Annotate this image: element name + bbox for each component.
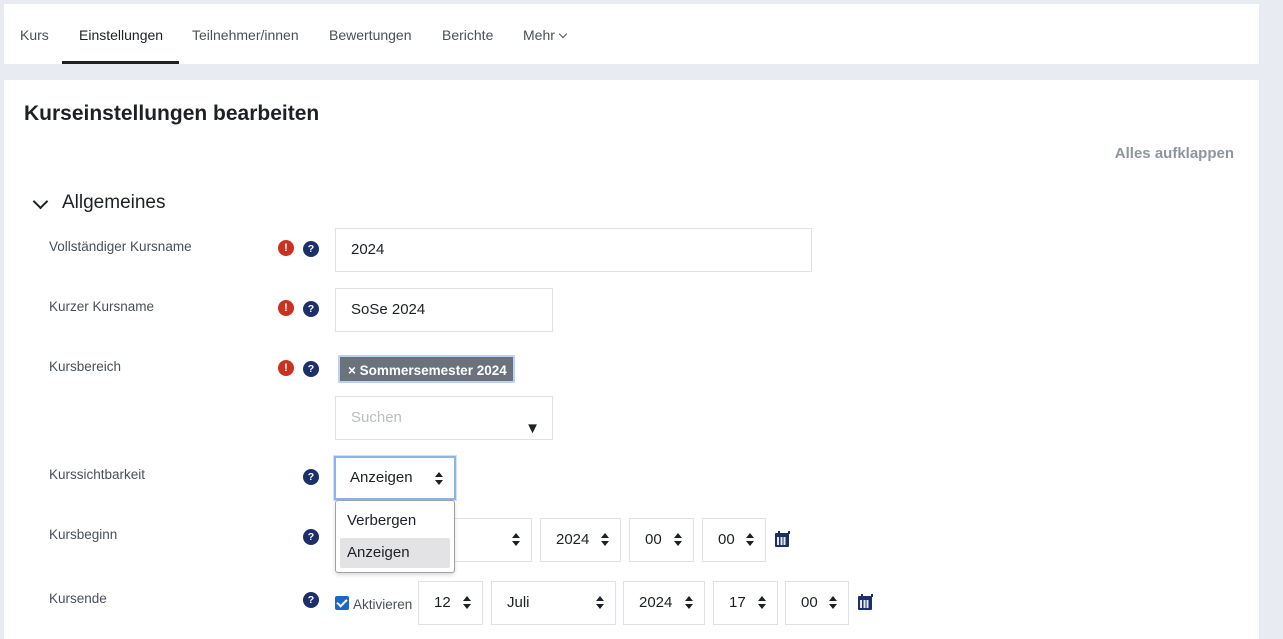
visibility-option-verbergen[interactable]: Verbergen (340, 506, 450, 536)
enddate-year-value: 2024 (639, 594, 673, 611)
section-header-allgemeines[interactable]: Allgemeines (30, 192, 166, 214)
select-arrows-icon (601, 533, 609, 547)
caret-down-icon[interactable]: ▼ (525, 408, 540, 450)
tab-bewertungen[interactable]: Bewertungen (329, 4, 412, 64)
enddate-minute-select[interactable]: 00 (785, 581, 849, 625)
question-circle-icon[interactable]: ? (303, 592, 319, 608)
exclamation-circle-icon: ! (278, 300, 294, 316)
tab-einstellungen[interactable]: Einstellungen (61, 4, 180, 64)
select-arrows-icon (596, 596, 604, 610)
chevron-down-icon (32, 193, 49, 209)
chevron-down-icon (558, 29, 568, 39)
enddate-year-select[interactable]: 2024 (623, 581, 705, 625)
exclamation-circle-icon: ! (278, 240, 294, 256)
visibility-select-value: Anzeigen (350, 469, 413, 486)
select-arrows-icon (758, 596, 766, 610)
select-arrows-icon (685, 596, 693, 610)
question-circle-icon[interactable]: ? (303, 529, 319, 545)
select-arrows-icon (746, 533, 754, 547)
enddate-enable-checkbox[interactable] (335, 596, 349, 610)
enddate-day-select[interactable]: 12 (418, 581, 483, 625)
visibility-option-anzeigen[interactable]: Anzeigen (340, 538, 450, 568)
startdate-year-select[interactable]: 2024 (540, 518, 621, 562)
shortname-label: Kurzer Kursname (49, 299, 155, 314)
secondary-navigation: Kurs Einstellungen Teilnehmer/innen Bewe… (4, 4, 1259, 64)
question-circle-icon[interactable]: ? (303, 241, 319, 257)
visibility-label: Kurssichtbarkeit (49, 467, 146, 482)
category-search-placeholder: Suchen (351, 409, 402, 426)
enddate-month-select[interactable]: Juli (491, 581, 616, 625)
select-arrows-icon (512, 533, 520, 547)
question-circle-icon[interactable]: ? (303, 301, 319, 317)
select-arrows-icon (829, 596, 837, 610)
question-circle-icon[interactable]: ? (303, 361, 319, 377)
calendar-icon[interactable] (775, 531, 790, 547)
enddate-label: Kursende (49, 591, 107, 606)
fullname-input[interactable]: 2024 (335, 228, 812, 272)
visibility-select[interactable]: Anzeigen (334, 456, 456, 500)
shortname-input[interactable]: SoSe 2024 (335, 288, 553, 332)
expand-all-link[interactable]: Alles aufklappen (1115, 145, 1234, 162)
enddate-hour-select[interactable]: 17 (713, 581, 778, 625)
calendar-icon[interactable] (858, 594, 873, 610)
enddate-hour-value: 17 (729, 594, 746, 611)
enddate-minute-value: 00 (801, 594, 818, 611)
fullname-label: Vollständiger Kursname (49, 239, 192, 254)
startdate-year-value: 2024 (556, 531, 590, 548)
exclamation-circle-icon: ! (278, 360, 294, 376)
enddate-enable-label: Aktivieren (353, 597, 413, 612)
main-card: Kurseinstellungen bearbeiten Alles aufkl… (4, 80, 1259, 639)
visibility-dropdown: Verbergen Anzeigen (335, 500, 455, 573)
tab-berichte[interactable]: Berichte (442, 4, 493, 64)
startdate-minute-select[interactable]: 00 (702, 518, 766, 562)
tab-mehr-label: Mehr (523, 27, 555, 43)
category-chip[interactable]: × Sommersemester 2024 (338, 355, 515, 383)
tab-mehr[interactable]: Mehr (523, 4, 568, 64)
category-label: Kursbereich (49, 359, 122, 374)
select-arrows-icon (463, 596, 471, 610)
startdate-label: Kursbeginn (49, 527, 118, 542)
section-title: Allgemeines (62, 192, 166, 213)
enddate-month-value: Juli (507, 594, 530, 611)
startdate-hour-value: 00 (645, 531, 662, 548)
startdate-hour-select[interactable]: 00 (629, 518, 694, 562)
enddate-day-value: 12 (434, 594, 451, 611)
category-search-input[interactable]: Suchen ▼ (335, 396, 553, 440)
select-arrows-icon (435, 472, 443, 486)
question-circle-icon[interactable]: ? (303, 469, 319, 485)
page-title: Kurseinstellungen bearbeiten (24, 102, 320, 125)
tab-teilnehmer[interactable]: Teilnehmer/innen (192, 4, 299, 64)
tab-kurs[interactable]: Kurs (20, 4, 49, 64)
startdate-minute-value: 00 (718, 531, 735, 548)
select-arrows-icon (674, 533, 682, 547)
